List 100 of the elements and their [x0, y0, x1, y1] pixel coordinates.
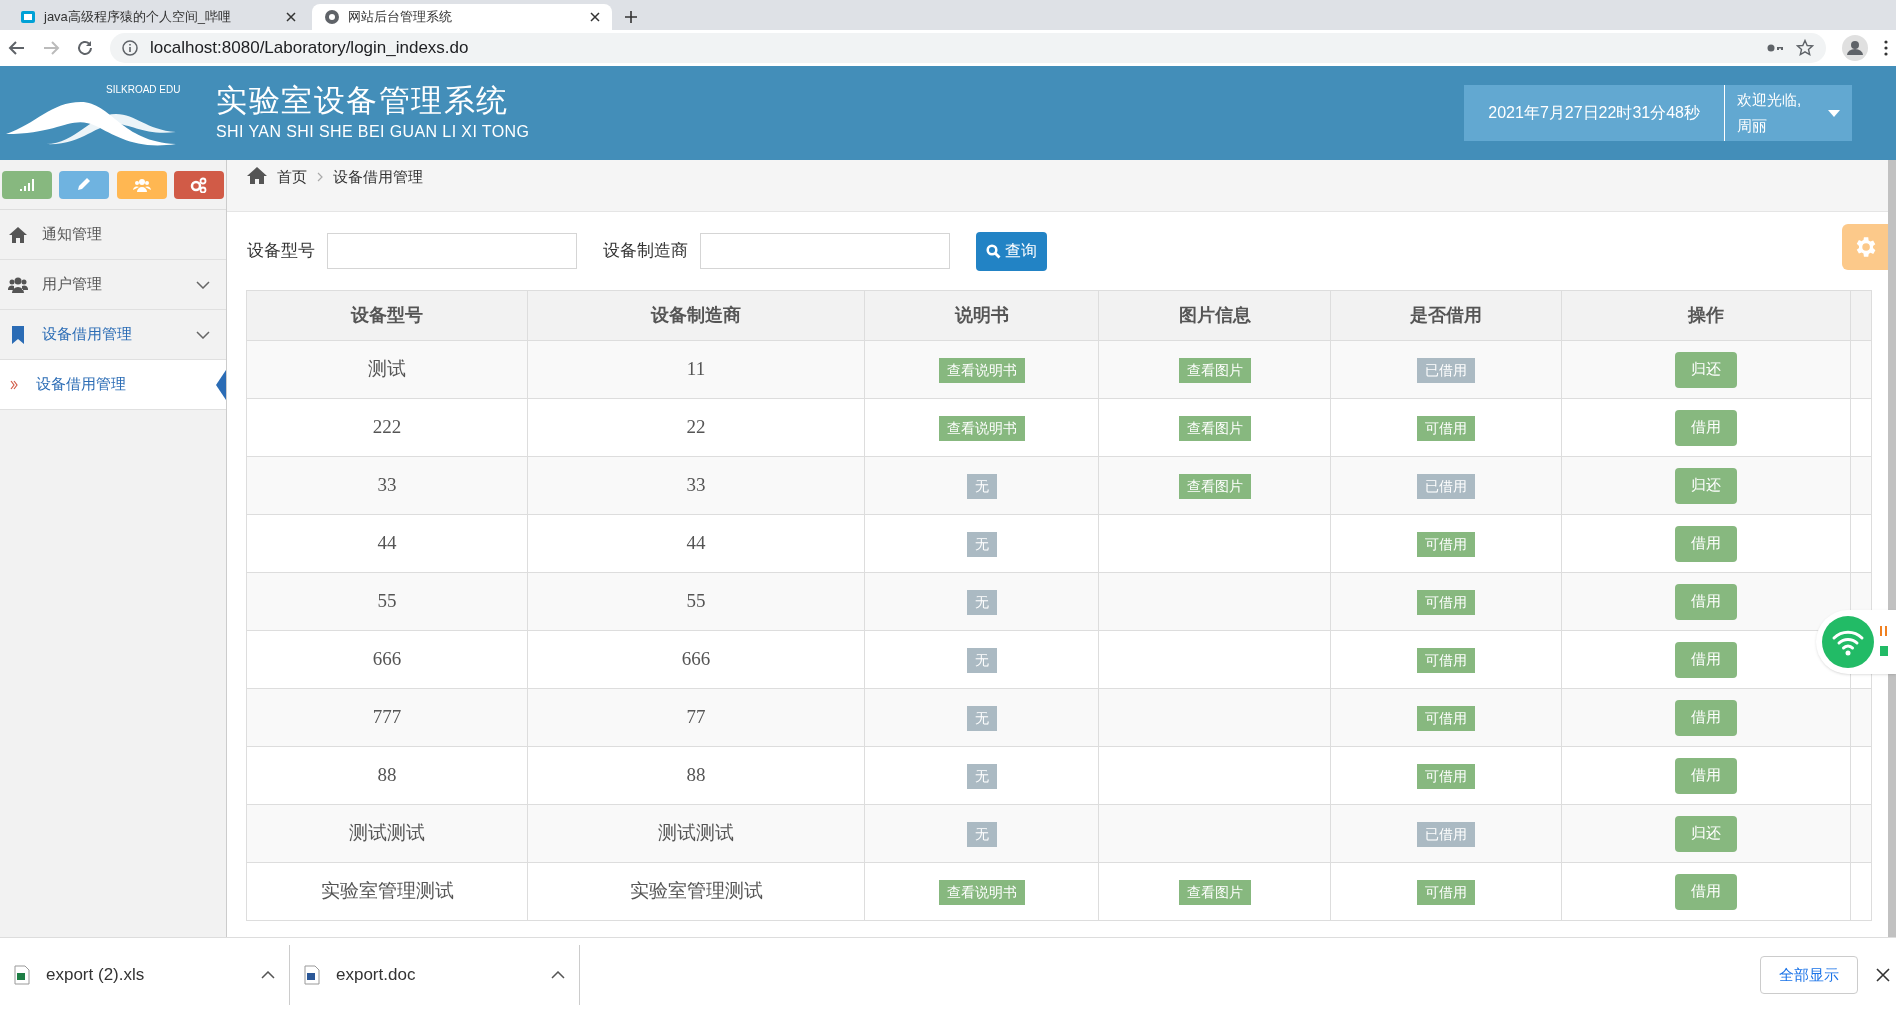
menu-icon: [1884, 40, 1888, 56]
tab-title: 网站后台管理系统: [348, 8, 453, 27]
field-label: 设备型号: [247, 240, 315, 263]
tab-title: java高级程序猿的个人空间_哔哩: [44, 8, 233, 27]
action-button[interactable]: 借用: [1675, 699, 1737, 736]
picture-link[interactable]: 查看图片: [1178, 880, 1251, 906]
star-icon: [1796, 39, 1814, 57]
browser-tab[interactable]: 网站后台管理系统: [312, 4, 612, 30]
action-button[interactable]: 借用: [1675, 873, 1737, 910]
column-header: 是否借用: [1330, 290, 1562, 341]
submenu-item[interactable]: 设备借用管理: [0, 360, 226, 410]
info-icon: [122, 40, 138, 56]
user-menu[interactable]: 欢迎光临, 周丽: [1724, 85, 1852, 141]
empty-badge[interactable]: 无: [966, 590, 997, 616]
action-button[interactable]: 借用: [1675, 641, 1737, 678]
table-cell: 777: [372, 706, 402, 728]
empty-badge[interactable]: 无: [966, 764, 997, 790]
table-cell: 测试测试: [658, 822, 734, 844]
forward-icon: [42, 39, 60, 57]
input-field[interactable]: [327, 233, 577, 269]
breadcrumb-text: 设备借用管理: [333, 167, 423, 187]
reload-icon: [76, 39, 94, 57]
shortcut-button[interactable]: [116, 170, 167, 199]
double-chevron-icon: [10, 380, 18, 390]
manual-link[interactable]: 查看说明书: [938, 880, 1025, 906]
manual-link[interactable]: 查看说明书: [938, 358, 1025, 384]
active-marker-icon: [216, 370, 226, 400]
action-button[interactable]: 借用: [1675, 583, 1737, 620]
brand-text: SILKROAD EDU: [106, 83, 181, 97]
table-cell: 33: [377, 474, 397, 496]
app-title: 实验室设备管理系统: [216, 82, 510, 120]
network-widget[interactable]: [1816, 610, 1896, 674]
search-button[interactable]: 查询: [976, 231, 1047, 271]
action-button[interactable]: 借用: [1675, 757, 1737, 794]
input-field[interactable]: [700, 233, 950, 269]
column-header: 说明书: [864, 290, 1099, 341]
table-cell: 测试测试: [349, 822, 425, 844]
empty-badge[interactable]: 无: [966, 706, 997, 732]
empty-badge[interactable]: 无: [966, 474, 997, 500]
download-item[interactable]: export (2).xls: [0, 945, 290, 1005]
table-cell: 实验室管理测试: [320, 880, 454, 902]
users-icon: [132, 176, 151, 193]
close-button[interactable]: [1876, 968, 1890, 982]
column-header: 设备制造商: [527, 290, 865, 341]
action-button[interactable]: 归还: [1675, 351, 1737, 388]
chevron-up-icon: [261, 971, 275, 979]
table-cell: 44: [686, 532, 706, 554]
empty-badge[interactable]: 无: [966, 532, 997, 558]
status-badge: 可借用: [1417, 416, 1475, 442]
picture-link[interactable]: 查看图片: [1178, 474, 1251, 500]
shortcut-button[interactable]: [174, 170, 224, 199]
settings-button[interactable]: [1842, 224, 1888, 270]
manual-link[interactable]: 查看说明书: [938, 416, 1025, 442]
column-header: 设备型号: [246, 290, 528, 341]
picture-link[interactable]: 查看图片: [1178, 358, 1251, 384]
empty-badge[interactable]: 无: [966, 648, 997, 674]
table-cell: 22: [686, 416, 706, 438]
table-cell: 77: [686, 706, 706, 728]
signal-icon: [18, 176, 36, 193]
spreadsheet-file-icon: [14, 965, 30, 985]
column-header: 操作: [1561, 290, 1851, 341]
table-cell: 实验室管理测试: [629, 880, 763, 902]
chevron-down-icon: [196, 330, 210, 339]
status-badge: 已借用: [1417, 474, 1475, 500]
home-icon: [8, 224, 28, 245]
table-cell: 33: [686, 474, 706, 496]
table-cell: 55: [686, 590, 706, 612]
close-icon: [590, 12, 600, 22]
show-all-button[interactable]: 全部显示: [1760, 956, 1858, 994]
status-badge: 可借用: [1417, 648, 1475, 674]
action-button[interactable]: 归还: [1675, 815, 1737, 852]
table-cell: 666: [372, 648, 402, 670]
shortcut-button[interactable]: [59, 170, 110, 199]
user-name: 周丽: [1737, 116, 1768, 136]
scrollbar[interactable]: [1888, 160, 1896, 937]
empty-badge[interactable]: 无: [966, 822, 997, 848]
status-badge: 可借用: [1417, 532, 1475, 558]
picture-link[interactable]: 查看图片: [1178, 416, 1251, 442]
status-badge: 可借用: [1417, 880, 1475, 906]
address-bar[interactable]: localhost:8080/Laboratory/login_indexs.do: [110, 33, 1826, 63]
sidebar-item[interactable]: 通知管理: [0, 210, 226, 260]
back-icon: [8, 39, 26, 57]
shortcut-button[interactable]: [2, 170, 52, 199]
sidebar-item[interactable]: 用户管理: [0, 260, 226, 310]
table-cell: 88: [686, 764, 706, 786]
wifi-icon: [1822, 616, 1874, 668]
breadcrumb-link[interactable]: 首页: [277, 166, 307, 189]
column-header: 图片信息: [1098, 290, 1331, 341]
home-icon: [247, 166, 267, 184]
action-button[interactable]: 归还: [1675, 467, 1737, 504]
table-cell: 55: [377, 590, 397, 612]
url-text: localhost:8080/Laboratory/login_indexs.do: [150, 37, 470, 60]
close-icon: [1876, 968, 1890, 982]
action-button[interactable]: 借用: [1675, 409, 1737, 446]
close-icon: [286, 12, 296, 22]
avatar-icon: [1842, 35, 1868, 61]
action-button[interactable]: 借用: [1675, 525, 1737, 562]
table-cell: 44: [377, 532, 397, 554]
field-label: 设备制造商: [603, 240, 688, 263]
download-item[interactable]: export.doc: [290, 945, 580, 1005]
